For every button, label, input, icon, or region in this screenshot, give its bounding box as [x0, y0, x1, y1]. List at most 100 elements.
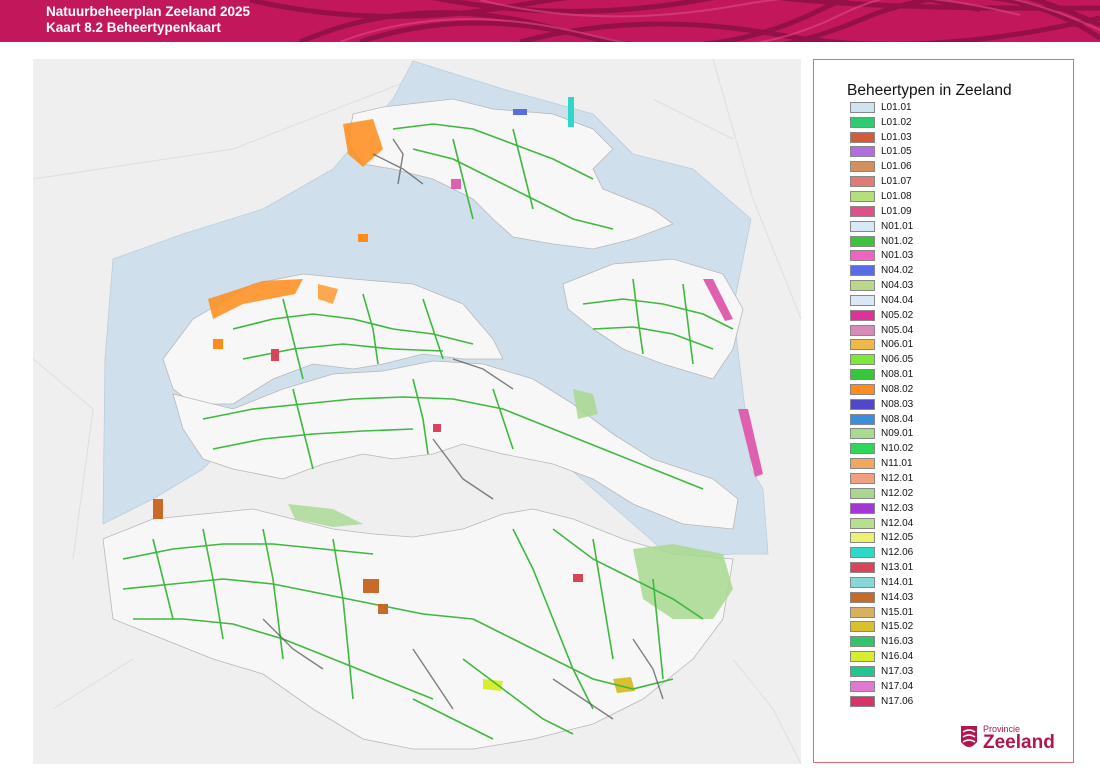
legend-item: N12.03	[850, 501, 913, 516]
legend-swatch	[850, 665, 875, 677]
legend-item: N05.02	[850, 308, 913, 323]
legend-item: N13.01	[850, 560, 913, 575]
legend-item: N04.03	[850, 278, 913, 293]
legend-code: N04.03	[881, 280, 914, 292]
legend-item: N06.01	[850, 338, 913, 353]
legend-code: N05.02	[881, 309, 914, 321]
legend-code: N15.01	[881, 606, 914, 618]
legend-code: N17.03	[881, 665, 914, 677]
legend-item: L01.02	[850, 115, 913, 130]
legend-swatch	[850, 532, 875, 544]
legend-list: L01.01 L01.02 L01.03 L01.05 L01.06 L01.07 L01.…	[850, 100, 913, 709]
logo-line-2: Zeeland	[983, 732, 1055, 753]
legend-code: N10.02	[881, 443, 914, 455]
legend-code: N12.03	[881, 502, 914, 514]
legend-item: N17.06	[850, 694, 913, 709]
legend-code: N16.04	[881, 651, 914, 663]
legend-item: L01.03	[850, 130, 913, 145]
legend-item: L01.05	[850, 145, 913, 160]
legend-swatch	[850, 235, 875, 247]
legend-item: N08.04	[850, 412, 913, 427]
header-line-1: Natuurbeheerplan Zeeland 2025	[46, 4, 251, 19]
legend-code: N12.02	[881, 487, 914, 499]
legend-title: Beheertypen in Zeeland	[847, 82, 1012, 99]
legend-swatch	[850, 354, 875, 366]
legend-swatch	[850, 190, 875, 202]
legend-item: N08.03	[850, 397, 913, 412]
legend-swatch	[850, 473, 875, 485]
legend-code: N12.01	[881, 473, 914, 485]
legend-code: N14.03	[881, 591, 914, 603]
legend-item: L01.07	[850, 174, 913, 189]
legend-swatch	[850, 428, 875, 440]
legend-swatch	[850, 606, 875, 618]
legend-swatch	[850, 458, 875, 470]
legend-code: L01.01	[881, 101, 912, 113]
legend-code: N08.01	[881, 369, 914, 381]
legend-item: N12.02	[850, 486, 913, 501]
legend-swatch	[850, 680, 875, 692]
legend-swatch	[850, 562, 875, 574]
legend-item: N12.04	[850, 516, 913, 531]
legend-item: N08.02	[850, 382, 913, 397]
legend-item: N14.01	[850, 575, 913, 590]
header-line-2: Kaart 8.2 Beheertypenkaart	[46, 20, 221, 35]
legend-item: N12.05	[850, 530, 913, 545]
legend-swatch	[850, 309, 875, 321]
legend-item: N10.02	[850, 441, 913, 456]
legend-code: L01.07	[881, 176, 912, 188]
legend-item: N04.04	[850, 293, 913, 308]
legend-swatch	[850, 517, 875, 529]
legend-code: N04.02	[881, 265, 914, 277]
legend-swatch	[850, 636, 875, 648]
legend-panel: Beheertypen in Zeeland L01.01 L01.02 L01.0…	[813, 59, 1074, 763]
legend-swatch	[850, 591, 875, 603]
legend-code: N06.01	[881, 339, 914, 351]
legend-swatch	[850, 369, 875, 381]
legend-swatch	[850, 101, 875, 113]
legend-swatch	[850, 131, 875, 143]
legend-swatch	[850, 265, 875, 277]
legend-item: N01.03	[850, 248, 913, 263]
legend-item: N16.04	[850, 649, 913, 664]
legend-code: L01.02	[881, 116, 912, 128]
legend-swatch	[850, 502, 875, 514]
legend-item: L01.08	[850, 189, 913, 204]
header-title: Natuurbeheerplan Zeeland 2025 Kaart 8.2 …	[46, 4, 250, 36]
legend-swatch	[850, 116, 875, 128]
legend-code: N12.05	[881, 532, 914, 544]
legend-item: N15.02	[850, 620, 913, 635]
legend-swatch	[850, 220, 875, 232]
legend-code: N08.02	[881, 383, 914, 395]
legend-code: L01.03	[881, 131, 912, 143]
legend-item: L01.09	[850, 204, 913, 219]
legend-swatch	[850, 146, 875, 158]
legend-swatch	[850, 339, 875, 351]
zeeland-crest-icon	[961, 726, 977, 747]
legend-code: N13.01	[881, 562, 914, 574]
legend-item: N05.04	[850, 323, 913, 338]
legend-code: N12.04	[881, 517, 914, 529]
legend-item: N08.01	[850, 367, 913, 382]
legend-code: N01.01	[881, 220, 914, 232]
legend-code: N08.03	[881, 398, 914, 410]
legend-swatch	[850, 651, 875, 663]
legend-item: N12.06	[850, 545, 913, 560]
legend-code: N04.04	[881, 294, 914, 306]
legend-item: N09.01	[850, 427, 913, 442]
legend-swatch	[850, 294, 875, 306]
legend-code: N12.06	[881, 547, 914, 559]
legend-swatch	[850, 576, 875, 588]
legend-item: N01.02	[850, 234, 913, 249]
legend-item: N12.01	[850, 471, 913, 486]
legend-swatch	[850, 547, 875, 559]
legend-code: N08.04	[881, 413, 914, 425]
legend-swatch	[850, 280, 875, 292]
legend-swatch	[850, 413, 875, 425]
legend-item: N14.03	[850, 590, 913, 605]
legend-swatch	[850, 487, 875, 499]
map-area[interactable]	[33, 59, 801, 764]
legend-swatch	[850, 398, 875, 410]
legend-swatch	[850, 383, 875, 395]
legend-swatch	[850, 324, 875, 336]
